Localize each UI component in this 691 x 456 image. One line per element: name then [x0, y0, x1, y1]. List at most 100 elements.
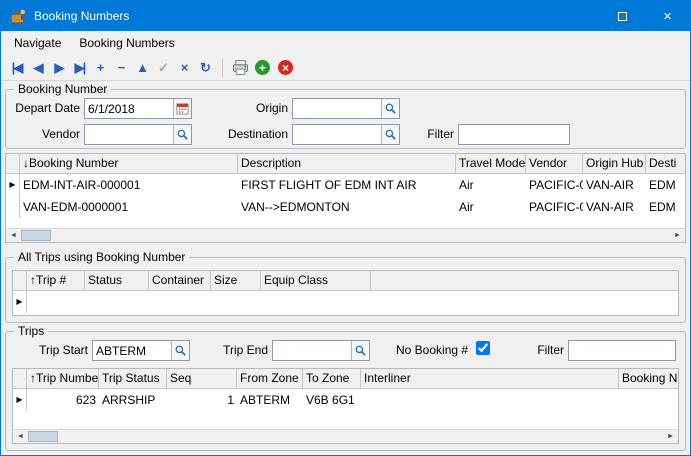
column-header[interactable]: ↑Trip #	[27, 271, 85, 291]
vendor-input[interactable]	[85, 125, 173, 144]
booking-number-group-title: Booking Number	[14, 82, 111, 96]
grid-cell[interactable]: PACIFIC-01	[526, 196, 583, 218]
origin-label: Origin	[222, 101, 288, 116]
row-marker: ▶	[13, 291, 27, 313]
scroll-left-icon[interactable]: ◄	[6, 229, 21, 242]
first-record-icon[interactable]: |◀	[6, 58, 27, 78]
cancel-edit-icon[interactable]: ×	[174, 58, 195, 78]
origin-lookup-button[interactable]	[381, 99, 399, 118]
table-row[interactable]: ▶623ARRSHIP1ABTERMV6B 6G1	[13, 389, 678, 411]
grid-header-row: ↓Booking NumberDescriptionTravel ModeVen…	[6, 154, 685, 174]
grid-cell[interactable]	[361, 389, 619, 411]
scrollbar-track[interactable]	[51, 229, 670, 242]
column-header[interactable]: Trip Status	[99, 369, 167, 389]
grid-cell[interactable]: ABTERM	[237, 389, 303, 411]
column-header[interactable]: Size	[211, 271, 261, 291]
refresh-icon[interactable]: ↻	[195, 58, 216, 78]
grid-cell[interactable]	[371, 291, 678, 313]
scrollbar-thumb[interactable]	[21, 230, 51, 241]
depart-date-input[interactable]	[85, 99, 173, 118]
delete-record-icon[interactable]: −	[111, 58, 132, 78]
trips-filter-input[interactable]	[568, 340, 676, 361]
scroll-left-icon[interactable]: ◄	[13, 430, 28, 443]
scroll-right-icon[interactable]: ►	[663, 430, 678, 443]
printer-icon[interactable]	[231, 59, 249, 77]
vendor-label: Vendor	[14, 127, 80, 142]
menu-item-booking-numbers[interactable]: Booking Numbers	[70, 32, 183, 54]
column-header[interactable]: Container	[149, 271, 211, 291]
trip-end-input[interactable]	[273, 341, 351, 360]
grid-cell[interactable]: EDM	[646, 196, 685, 218]
calendar-icon	[176, 102, 189, 115]
trips-filter-label: Filter	[526, 343, 564, 358]
trip-start-input[interactable]	[93, 341, 171, 360]
column-header[interactable]: Vendor	[526, 154, 583, 174]
grid-cell[interactable]	[211, 291, 261, 313]
grid-cell[interactable]: ARRSHIP	[99, 389, 167, 411]
post-edit-icon[interactable]: ✓	[153, 58, 174, 78]
column-header[interactable]	[371, 271, 678, 291]
grid-cell[interactable]	[149, 291, 211, 313]
column-header[interactable]: Status	[85, 271, 149, 291]
column-header[interactable]: Booking Numb	[619, 369, 678, 389]
grid-cell[interactable]: 623	[27, 389, 99, 411]
grid-cell[interactable]	[85, 291, 149, 313]
grid-cell[interactable]	[261, 291, 371, 313]
grid-cell[interactable]: VAN-AIR	[583, 196, 646, 218]
column-header[interactable]: Travel Mode	[456, 154, 526, 174]
edit-record-icon[interactable]: ▲	[132, 58, 153, 78]
grid-cell[interactable]: VAN-EDM-0000001	[20, 196, 238, 218]
scrollbar-track[interactable]	[58, 430, 663, 443]
menu-item-navigate[interactable]: Navigate	[5, 32, 70, 54]
column-header[interactable]: From Zone	[237, 369, 303, 389]
grid-cell[interactable]: FIRST FLIGHT OF EDM INT AIR	[238, 174, 456, 196]
grid-cell[interactable]: VAN-->EDMONTON	[238, 196, 456, 218]
trip-end-lookup-button[interactable]	[351, 341, 369, 360]
column-header[interactable]: Equip Class	[261, 271, 371, 291]
maximize-button[interactable]	[600, 1, 645, 31]
prior-record-icon[interactable]: ◀	[27, 58, 48, 78]
column-header[interactable]: Interliner	[361, 369, 619, 389]
table-row[interactable]: VAN-EDM-0000001VAN-->EDMONTONAirPACIFIC-…	[6, 196, 685, 218]
grid-cell[interactable]: VAN-AIR	[583, 174, 646, 196]
scrollbar-thumb[interactable]	[28, 431, 58, 442]
origin-input[interactable]	[293, 99, 381, 118]
trip-start-lookup-button[interactable]	[171, 341, 189, 360]
grid-cell[interactable]: EDM-INT-AIR-000001	[20, 174, 238, 196]
next-record-icon[interactable]: ▶	[48, 58, 69, 78]
column-header[interactable]: ↑Trip Numbe	[27, 369, 99, 389]
grid-cell[interactable]: Air	[456, 196, 526, 218]
trips-grid: ↑Trip NumbeTrip StatusSeqFrom ZoneTo Zon…	[12, 368, 679, 444]
insert-record-icon[interactable]: +	[90, 58, 111, 78]
remove-booking-icon[interactable]: ×	[278, 60, 293, 75]
grid-cell[interactable]	[619, 389, 678, 411]
column-header[interactable]: Description	[238, 154, 456, 174]
all-trips-group: All Trips using Booking Number ↑Trip #St…	[5, 257, 686, 323]
grid-cell[interactable]: EDM	[646, 174, 685, 196]
grid-cell[interactable]: 1	[167, 389, 237, 411]
search-icon	[174, 344, 187, 357]
last-record-icon[interactable]: ▶|	[69, 58, 90, 78]
scroll-right-icon[interactable]: ►	[670, 229, 685, 242]
column-header[interactable]: To Zone	[303, 369, 361, 389]
table-row[interactable]: ▶	[13, 291, 678, 313]
column-header[interactable]: ↓Booking Number	[20, 154, 238, 174]
close-button[interactable]: ×	[645, 1, 690, 31]
vendor-lookup-button[interactable]	[173, 125, 191, 144]
booking-filter-input[interactable]	[458, 124, 570, 145]
column-header[interactable]: Origin Hub	[583, 154, 646, 174]
booking-numbers-grid: ↓Booking NumberDescriptionTravel ModeVen…	[5, 153, 686, 243]
table-row[interactable]: ▶EDM-INT-AIR-000001FIRST FLIGHT OF EDM I…	[6, 174, 685, 196]
column-header[interactable]: Desti	[646, 154, 685, 174]
grid-cell[interactable]: Air	[456, 174, 526, 196]
attach-booking-icon[interactable]: +	[255, 60, 270, 75]
calendar-picker-button[interactable]	[173, 99, 191, 118]
grid-cell[interactable]: V6B 6G1	[303, 389, 361, 411]
no-booking-checkbox[interactable]	[476, 341, 490, 355]
trip-start-label: Trip Start	[14, 343, 88, 358]
destination-lookup-button[interactable]	[381, 125, 399, 144]
destination-input[interactable]	[293, 125, 381, 144]
grid-cell[interactable]	[27, 291, 85, 313]
grid-cell[interactable]: PACIFIC-01	[526, 174, 583, 196]
column-header[interactable]: Seq	[167, 369, 237, 389]
